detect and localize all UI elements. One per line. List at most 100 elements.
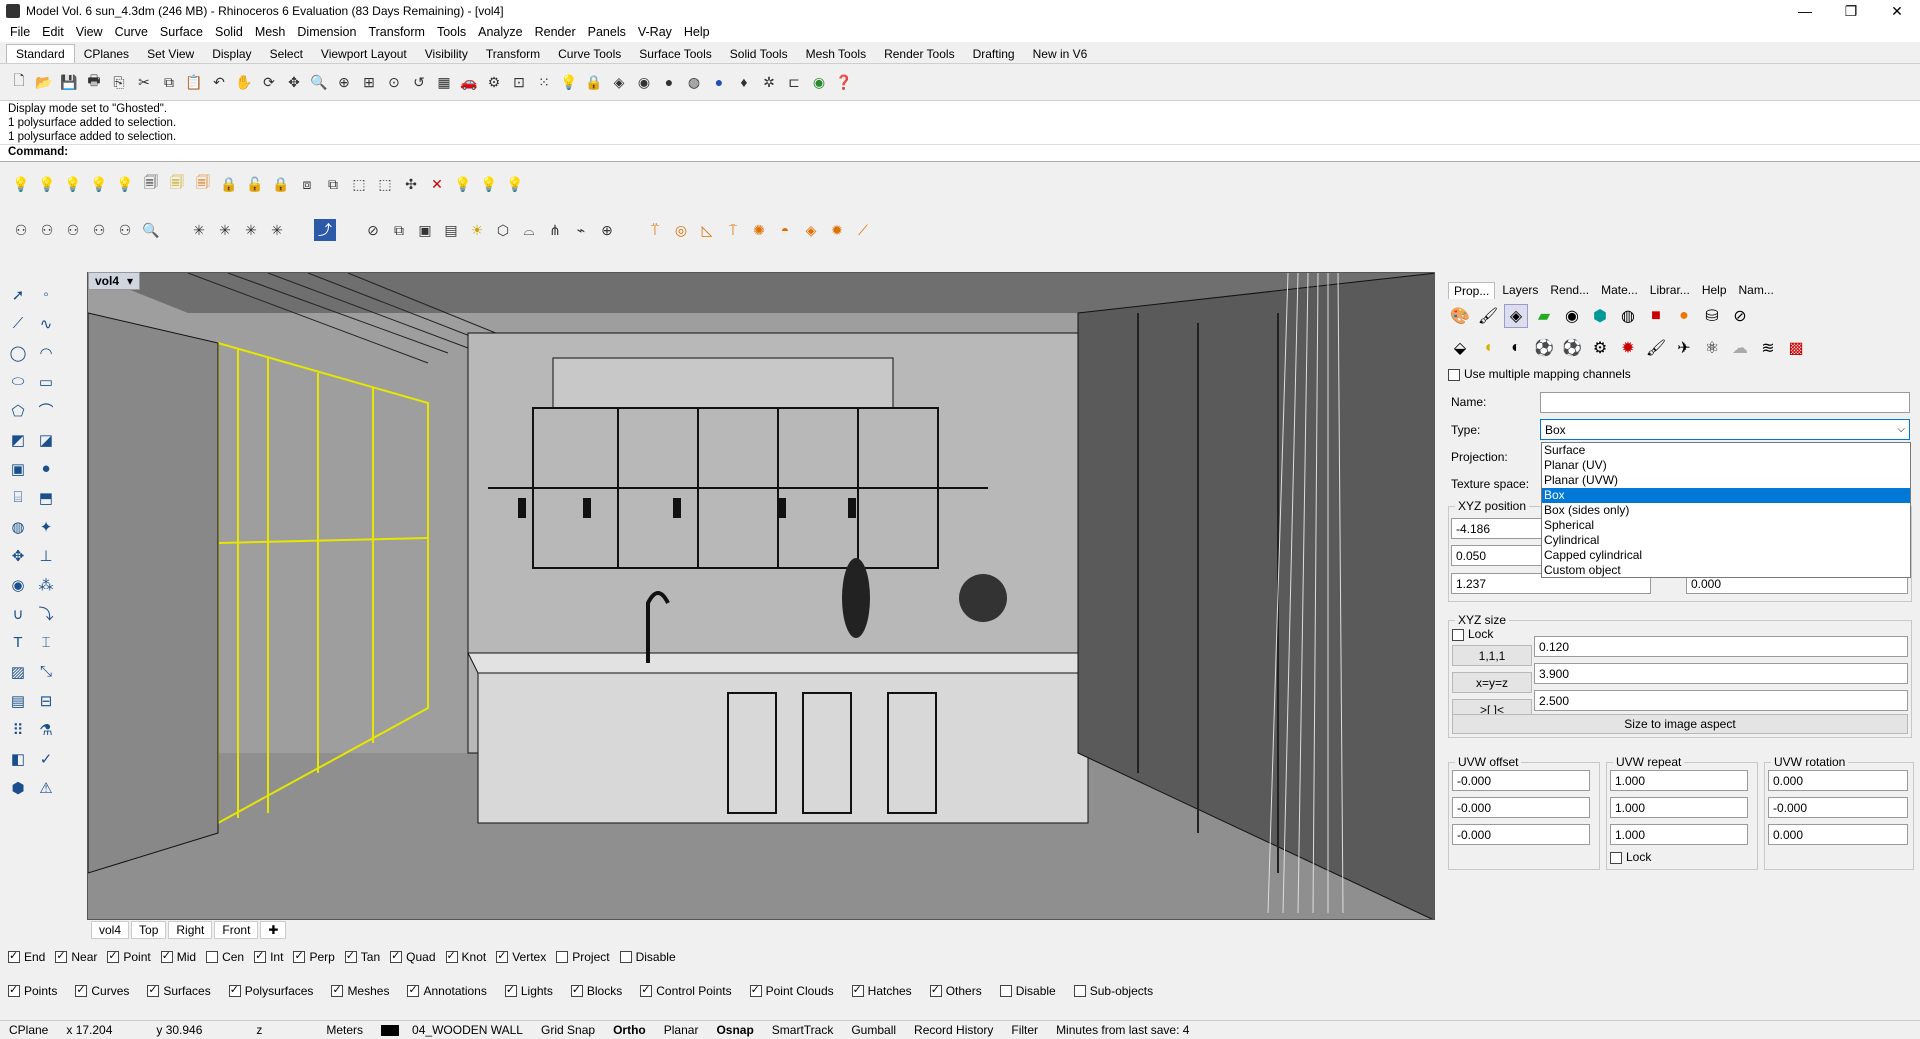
filter-polysurfaces[interactable]: Polysurfaces [228, 983, 313, 998]
ungroup-icon[interactable]: ⧉ [322, 173, 344, 195]
arc-icon[interactable]: ◠ [32, 338, 60, 367]
direct-light-icon[interactable]: ⟋ [852, 219, 874, 241]
properties-icon[interactable]: ⚠ [32, 773, 60, 802]
select-arrow-icon[interactable]: ➚ [4, 280, 32, 309]
cplane-indicator[interactable]: CPlane [0, 1023, 57, 1037]
offset-w-field[interactable]: -0.000 [1452, 824, 1590, 845]
zoom-extents-icon[interactable]: ⊞ [358, 71, 380, 93]
filter-surfaces[interactable]: Surfaces [147, 983, 211, 998]
bulb-icon[interactable]: 💡 [114, 173, 136, 195]
tab-mesh-tools[interactable]: Mesh Tools [797, 45, 875, 63]
tab-select[interactable]: Select [261, 45, 312, 63]
tab-curve-tools[interactable]: Curve Tools [549, 45, 630, 63]
dimension-icon[interactable]: ⌶ [32, 628, 60, 657]
page-icon[interactable]: 🗐 [192, 173, 214, 195]
dome-light-icon[interactable]: ◓ [774, 219, 796, 241]
osnap-near[interactable]: Near [55, 949, 97, 964]
type-option[interactable]: Box (sides only) [1542, 503, 1910, 518]
tab-named-views[interactable]: Nam... [1734, 282, 1779, 298]
help-icon[interactable]: ❓ [833, 71, 855, 93]
type-option[interactable]: Spherical [1542, 518, 1910, 533]
repeat-lock-checkbox[interactable] [1610, 851, 1622, 864]
zoom-17-icon[interactable]: ⚇ [10, 219, 32, 241]
osnap-vertex[interactable]: Vertex [496, 949, 546, 964]
lock-icon[interactable]: 🔒 [218, 173, 240, 195]
decal-icon[interactable]: ▰ [1532, 304, 1556, 328]
texture-mapping-icon[interactable]: ◈ [1504, 304, 1528, 328]
filter-curves[interactable]: Curves [75, 983, 129, 998]
menu-help[interactable]: Help [678, 25, 716, 39]
undo-view-icon[interactable]: ↺ [408, 71, 430, 93]
text-icon[interactable]: T [4, 628, 32, 657]
layer-icon[interactable]: ◈ [608, 71, 630, 93]
vp-tab-vol4[interactable]: vol4 [91, 921, 130, 939]
copy-icon[interactable]: ⧉ [158, 71, 180, 93]
size-lock-checkbox[interactable] [1452, 628, 1464, 641]
osnap-point[interactable]: Point [107, 949, 151, 964]
soccer-ball-icon[interactable]: ⚽ [1532, 336, 1556, 360]
vp-tab-right[interactable]: Right [168, 921, 213, 939]
lock-icon[interactable]: 🔓 [244, 173, 266, 195]
viewport-menu-chevron-icon[interactable]: ▾ [127, 274, 133, 288]
zoom-window-icon[interactable]: ⊕ [333, 71, 355, 93]
size-y-field[interactable]: 3.900 [1534, 663, 1908, 684]
menu-solid[interactable]: Solid [209, 25, 249, 39]
sun-star-icon[interactable]: ✳ [266, 219, 288, 241]
menu-transform[interactable]: Transform [362, 25, 431, 39]
command-prompt[interactable]: Command: [0, 144, 1920, 162]
print-icon[interactable]: 🖶 [83, 71, 105, 93]
rotation-w-field[interactable]: 0.000 [1768, 824, 1908, 845]
cloud-icon[interactable]: ☁ [1728, 336, 1752, 360]
size-lock-option[interactable]: Lock [1452, 627, 1493, 641]
shaded-sphere-icon[interactable]: ◍ [683, 71, 705, 93]
render-window-icon[interactable]: ⧉ [388, 219, 410, 241]
osnap-project[interactable]: Project [556, 950, 610, 964]
undo-icon[interactable]: ↶ [208, 71, 230, 93]
four-viewports-icon[interactable]: ▦ [433, 71, 455, 93]
zoom-100-icon[interactable]: ⚇ [88, 219, 110, 241]
light-bulb-icon[interactable]: 💡 [558, 71, 580, 93]
bulb-icon[interactable]: 💡 [62, 173, 84, 195]
mesh-icon[interactable]: ⊕ [596, 219, 618, 241]
osnap-tan[interactable]: Tan [344, 949, 380, 964]
paste-icon[interactable]: 📋 [183, 71, 205, 93]
bulb-icon[interactable]: 💡 [452, 173, 474, 195]
rotate-view-icon[interactable]: ⟳ [258, 71, 280, 93]
size-z-field[interactable]: 2.500 [1534, 690, 1908, 711]
open-folder-icon[interactable]: 📂 [33, 71, 55, 93]
tab-viewport-layout[interactable]: Viewport Layout [312, 45, 416, 63]
size-uniform-button[interactable]: 1,1,1 [1452, 645, 1532, 666]
atom-icon[interactable]: ⚛ [1700, 336, 1724, 360]
sphere-light-icon[interactable]: ◎ [670, 219, 692, 241]
edge-softening-icon[interactable]: ◍ [1616, 304, 1640, 328]
mesh-icon[interactable]: ⬢ [4, 773, 32, 802]
fillet-icon[interactable]: ⌒ [32, 396, 60, 425]
object-color-icon[interactable]: 🎨 [1448, 304, 1472, 328]
group-icon[interactable]: ◉ [4, 570, 32, 599]
dimension-icon[interactable]: ⊏ [783, 71, 805, 93]
filter-sub-objects[interactable]: Sub-objects [1073, 984, 1153, 998]
menu-file[interactable]: File [4, 25, 36, 39]
save-icon[interactable]: 💾 [58, 71, 80, 93]
type-option[interactable]: Planar (UVW) [1542, 473, 1910, 488]
vp-tab-top[interactable]: Top [131, 921, 167, 939]
osnap-cen[interactable]: Cen [206, 950, 244, 964]
ortho-toggle[interactable]: Ortho [604, 1023, 655, 1037]
sun-star-icon[interactable]: ✳ [240, 219, 262, 241]
current-layer[interactable]: 04_WOODEN WALL [372, 1023, 532, 1037]
check-icon[interactable]: ✓ [32, 744, 60, 773]
type-option[interactable]: Capped cylindrical [1542, 548, 1910, 563]
rotation-v-field[interactable]: -0.000 [1768, 797, 1908, 818]
leader-icon[interactable]: ⤡ [32, 657, 60, 686]
tab-rendering[interactable]: Rend... [1545, 282, 1594, 298]
displacement-icon[interactable]: ⬢ [1588, 304, 1612, 328]
render-sphere-icon[interactable]: ● [658, 71, 680, 93]
tab-layers[interactable]: Layers [1497, 282, 1543, 298]
plane-icon[interactable]: ✈ [1672, 336, 1696, 360]
size-equal-button[interactable]: x=y=z [1452, 672, 1532, 693]
gumball-toggle[interactable]: Gumball [842, 1023, 905, 1037]
explode-icon[interactable]: ✣ [400, 173, 422, 195]
thickening-icon[interactable]: ● [1672, 304, 1696, 328]
polyline-icon[interactable]: ⟋ [4, 309, 32, 338]
bulb-icon[interactable]: 💡 [478, 173, 500, 195]
